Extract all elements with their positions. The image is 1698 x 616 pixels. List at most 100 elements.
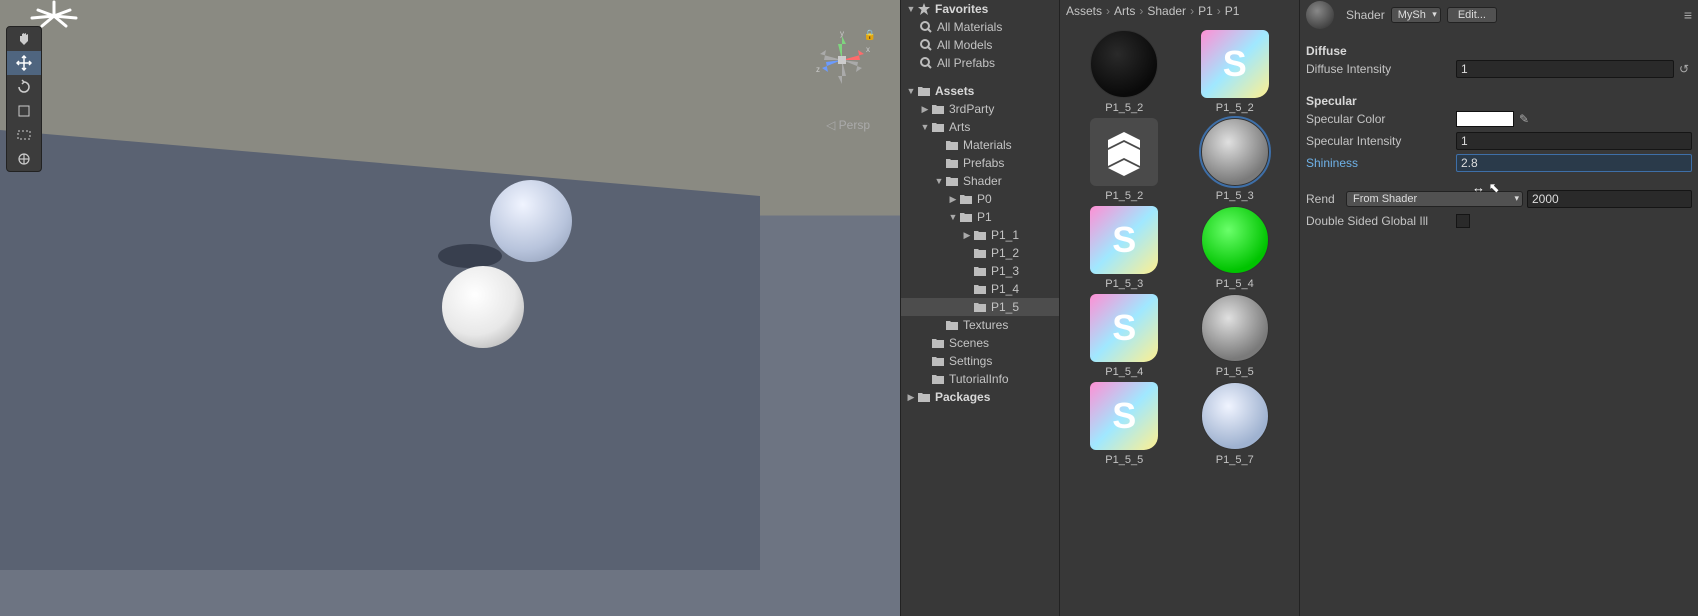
sphere-object-1[interactable] bbox=[490, 180, 572, 262]
shader-field-label: Shader bbox=[1346, 8, 1385, 22]
projection-label[interactable]: ◁ Persp bbox=[826, 118, 870, 132]
asset-thumbnail bbox=[1201, 382, 1269, 450]
specular-intensity-label[interactable]: Specular Intensity bbox=[1306, 134, 1456, 148]
sphere-shadow bbox=[438, 244, 502, 268]
favorites-all-prefabs[interactable]: All Prefabs bbox=[901, 54, 1059, 72]
breadcrumb-item[interactable]: Arts bbox=[1114, 4, 1135, 18]
shininess-input[interactable] bbox=[1456, 154, 1692, 172]
breadcrumb-item[interactable]: P1 bbox=[1198, 4, 1213, 18]
render-queue-dropdown[interactable]: From Shader bbox=[1346, 191, 1523, 207]
rect-tool[interactable] bbox=[7, 123, 41, 147]
packages-root[interactable]: ▶Packages bbox=[901, 388, 1059, 406]
asset-label: P1_5_4 bbox=[1216, 278, 1254, 290]
transform-tool[interactable] bbox=[7, 147, 41, 171]
asset-label: P1_5_5 bbox=[1105, 454, 1143, 466]
diffuse-section-header: Diffuse bbox=[1306, 44, 1692, 58]
svg-text:z: z bbox=[816, 65, 820, 74]
asset-label: P1_5_4 bbox=[1105, 366, 1143, 378]
rotate-tool[interactable] bbox=[7, 75, 41, 99]
asset-thumbnail bbox=[1201, 30, 1269, 98]
asset-label: P1_5_5 bbox=[1216, 366, 1254, 378]
folder-p1[interactable]: ▼P1 bbox=[901, 208, 1059, 226]
folder-textures[interactable]: Textures bbox=[901, 316, 1059, 334]
material-preview-icon bbox=[1306, 1, 1334, 29]
double-sided-checkbox[interactable] bbox=[1456, 214, 1470, 228]
diffuse-intensity-label[interactable]: Diffuse Intensity bbox=[1306, 62, 1456, 76]
asset-label: P1_5_3 bbox=[1216, 190, 1254, 202]
asset-item[interactable]: P1_5_4 bbox=[1185, 206, 1286, 290]
asset-item[interactable]: P1_5_7 bbox=[1185, 382, 1286, 466]
folder-arts[interactable]: ▼Arts bbox=[901, 118, 1059, 136]
asset-thumbnail bbox=[1201, 206, 1269, 274]
asset-label: P1_5_2 bbox=[1216, 102, 1254, 114]
asset-thumbnail bbox=[1090, 30, 1158, 98]
double-sided-label: Double Sided Global Ill bbox=[1306, 214, 1456, 228]
move-tool[interactable] bbox=[7, 51, 41, 75]
render-queue-input[interactable] bbox=[1527, 190, 1692, 208]
asset-grid: P1_5_2 P1_5_2 P1_5_2 P1_5_3 P1_5_3 P1_5_4 P1_5… bbox=[1060, 22, 1299, 616]
asset-item[interactable]: P1_5_2 bbox=[1074, 118, 1175, 202]
assets-root[interactable]: ▼Assets bbox=[901, 82, 1059, 100]
hand-tool[interactable] bbox=[7, 27, 41, 51]
gizmo-lock-icon[interactable]: 🔒 bbox=[864, 30, 876, 41]
asset-item[interactable]: P1_5_5 bbox=[1185, 294, 1286, 378]
favorites-all-models[interactable]: All Models bbox=[901, 36, 1059, 54]
breadcrumb: Assets› Arts› Shader› P1› P1 bbox=[1060, 0, 1299, 22]
scene-viewport[interactable]: y x z 🔒 ◁ Persp bbox=[0, 0, 900, 616]
asset-item[interactable]: P1_5_2 bbox=[1185, 30, 1286, 114]
svg-text:y: y bbox=[840, 30, 844, 38]
folder-materials[interactable]: Materials bbox=[901, 136, 1059, 154]
breadcrumb-item[interactable]: Assets bbox=[1066, 4, 1102, 18]
specular-color-swatch[interactable] bbox=[1456, 111, 1514, 127]
asset-item[interactable]: P1_5_3 bbox=[1185, 118, 1286, 202]
transform-tool-column bbox=[6, 26, 42, 172]
asset-thumbnail bbox=[1090, 206, 1158, 274]
asset-item[interactable]: P1_5_2 bbox=[1074, 30, 1175, 114]
folder-p1-4[interactable]: P1_4 bbox=[901, 280, 1059, 298]
asset-item[interactable]: P1_5_5 bbox=[1074, 382, 1175, 466]
asset-thumbnail bbox=[1090, 118, 1158, 186]
component-menu-icon[interactable]: ≡ bbox=[1684, 7, 1692, 23]
asset-label: P1_5_3 bbox=[1105, 278, 1143, 290]
folder-scenes[interactable]: Scenes bbox=[901, 334, 1059, 352]
inspector-panel: Shader MySh Edit... ≡ Diffuse Diffuse In… bbox=[1300, 0, 1698, 616]
render-queue-label: Rend bbox=[1306, 192, 1346, 206]
asset-thumbnail bbox=[1201, 118, 1269, 186]
asset-item[interactable]: P1_5_4 bbox=[1074, 294, 1175, 378]
folder-p0[interactable]: ▶P0 bbox=[901, 190, 1059, 208]
shininess-label[interactable]: Shininess bbox=[1306, 156, 1456, 170]
sphere-object-2[interactable] bbox=[442, 266, 524, 348]
asset-label: P1_5_7 bbox=[1216, 454, 1254, 466]
asset-thumbnail bbox=[1090, 294, 1158, 362]
reset-icon[interactable]: ↺ bbox=[1676, 61, 1692, 77]
diffuse-intensity-input[interactable] bbox=[1456, 60, 1674, 78]
specular-section-header: Specular bbox=[1306, 94, 1692, 108]
eyedropper-icon[interactable]: ✎ bbox=[1516, 111, 1532, 127]
folder-3rdparty[interactable]: ▶3rdParty bbox=[901, 100, 1059, 118]
asset-label: P1_5_2 bbox=[1105, 102, 1143, 114]
edit-shader-button[interactable]: Edit... bbox=[1447, 7, 1497, 23]
folder-shader[interactable]: ▼Shader bbox=[901, 172, 1059, 190]
asset-item[interactable]: P1_5_3 bbox=[1074, 206, 1175, 290]
assets-panel: Assets› Arts› Shader› P1› P1 P1_5_2P1_5_… bbox=[1060, 0, 1300, 616]
project-tree-panel: ▼ Favorites All Materials All Models All… bbox=[900, 0, 1060, 616]
breadcrumb-item[interactable]: P1 bbox=[1225, 4, 1240, 18]
breadcrumb-item[interactable]: Shader bbox=[1147, 4, 1186, 18]
ground-plane bbox=[0, 130, 760, 570]
specular-intensity-input[interactable] bbox=[1456, 132, 1692, 150]
asset-thumbnail bbox=[1201, 294, 1269, 362]
folder-p1-5[interactable]: P1_5 bbox=[901, 298, 1059, 316]
shader-dropdown[interactable]: MySh bbox=[1391, 7, 1441, 23]
asset-label: P1_5_2 bbox=[1105, 190, 1143, 202]
folder-settings[interactable]: Settings bbox=[901, 352, 1059, 370]
folder-prefabs[interactable]: Prefabs bbox=[901, 154, 1059, 172]
favorites-all-materials[interactable]: All Materials bbox=[901, 18, 1059, 36]
folder-p1-3[interactable]: P1_3 bbox=[901, 262, 1059, 280]
folder-p1-2[interactable]: P1_2 bbox=[901, 244, 1059, 262]
specular-color-label[interactable]: Specular Color bbox=[1306, 112, 1456, 126]
scale-tool[interactable] bbox=[7, 99, 41, 123]
folder-tutorialinfo[interactable]: TutorialInfo bbox=[901, 370, 1059, 388]
favorites-header[interactable]: ▼ Favorites bbox=[901, 0, 1059, 18]
folder-p1-1[interactable]: ▶P1_1 bbox=[901, 226, 1059, 244]
svg-text:x: x bbox=[866, 45, 870, 54]
